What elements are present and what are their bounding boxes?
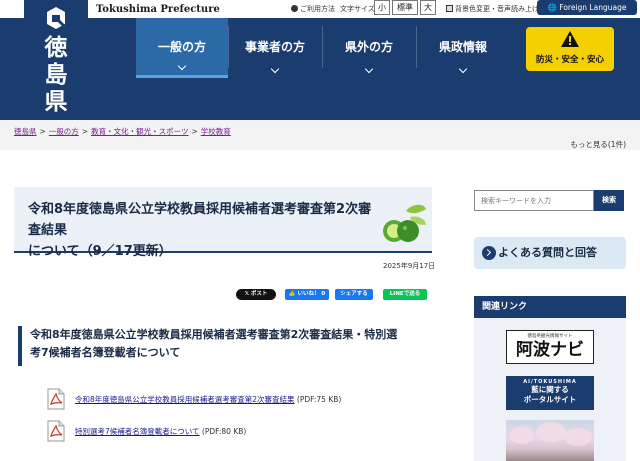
sudachi-fruit-icon bbox=[383, 204, 426, 242]
page-title-line: 令和8年度徳島県公立学校教員採用候補者選考審査第2次審査結果 bbox=[28, 202, 372, 238]
section-heading-line: 考7候補者名簿登載者について bbox=[30, 346, 181, 359]
palette-icon bbox=[446, 5, 453, 12]
file-meta: (PDF:80 KB) bbox=[199, 427, 247, 436]
pdf-link[interactable]: 特別選考7候補者名簿登載者について bbox=[75, 427, 200, 436]
related-links-heading: 関連リンク bbox=[474, 296, 626, 318]
facebook-like-button[interactable]: 👍 いいね！ 0 bbox=[285, 289, 329, 300]
related-links-panel: 関連リンク 徳島県観光情報サイト 阿波ナビ AI/TOKUSHIMA 藍に関する… bbox=[474, 296, 626, 461]
chevron-down-icon bbox=[270, 64, 280, 74]
nav-out-of-prefecture[interactable]: 県外の方 bbox=[323, 18, 415, 78]
page-title-box: 令和8年度徳島県公立学校教員採用候補者選考審査第2次審査結果 について（9／17… bbox=[14, 187, 432, 259]
disaster-safety-button[interactable]: 防災・安全・安心 bbox=[526, 27, 614, 71]
line-share-button[interactable]: LINEで送る bbox=[383, 289, 427, 300]
publish-date: 2025年9月17日 bbox=[383, 262, 436, 270]
cherry-blossom-banner[interactable] bbox=[506, 420, 594, 461]
logo-character: 徳 bbox=[44, 34, 68, 61]
nav-prefectural-info[interactable]: 県政情報 bbox=[417, 18, 509, 78]
breadcrumb-link-education-culture[interactable]: 教育・文化・観光・スポーツ bbox=[91, 127, 188, 136]
font-small-button[interactable]: 小 bbox=[374, 0, 390, 15]
page-title: 令和8年度徳島県公立学校教員採用候補者選考審査第2次審査結果 について（9／17… bbox=[28, 199, 378, 262]
nav-business[interactable]: 事業者の方 bbox=[229, 18, 321, 78]
chevron-down-icon bbox=[177, 61, 187, 71]
font-standard-button[interactable]: 標準 bbox=[392, 0, 418, 15]
awa-navi-title: 阿波ナビ bbox=[516, 340, 584, 360]
blossom-shape bbox=[510, 426, 534, 444]
prefecture-name-vertical: 徳島県 bbox=[24, 34, 88, 115]
foreign-language-button[interactable]: 🌐 Foreign Language bbox=[537, 0, 637, 15]
file-meta: (PDF:75 KB) bbox=[294, 395, 342, 404]
blossom-shape bbox=[536, 422, 566, 442]
site-logo[interactable]: 徳島県 bbox=[24, 0, 88, 120]
chevron-down-icon bbox=[364, 64, 374, 74]
breadcrumb-link-general[interactable]: 一般の方 bbox=[49, 127, 79, 136]
help-link[interactable]: ご利用方法 bbox=[291, 2, 335, 16]
page-title-line: について（9／17更新） bbox=[28, 244, 172, 259]
facebook-share-button[interactable]: シェアする bbox=[335, 289, 373, 300]
ai-portal-title-line: ポータルサイト bbox=[523, 395, 577, 404]
search-button[interactable]: 検索 bbox=[594, 190, 624, 211]
breadcrumb-separator: > bbox=[81, 127, 89, 136]
breadcrumb-separator: > bbox=[39, 127, 46, 136]
color-audio-link[interactable]: 背景色変更・音声読み上げ bbox=[446, 2, 539, 16]
breadcrumb: 徳島県 > 一般の方 > 教育・文化・観光・スポーツ > 学校教育 bbox=[14, 126, 231, 137]
info-icon bbox=[291, 5, 298, 12]
prefecture-english-name: Tokushima Prefecture bbox=[96, 4, 220, 15]
arrow-right-icon bbox=[482, 246, 496, 260]
section-heading: 令和8年度徳島県公立学校教員採用候補者選考審査第2次審査結果・特別選 考7候補者… bbox=[18, 326, 432, 366]
x-post-button[interactable]: 𝕏 ポスト bbox=[236, 289, 276, 300]
section-heading-line: 令和8年度徳島県公立学校教員採用候補者選考審査第2次審査結果・特別選 bbox=[30, 328, 398, 341]
breadcrumb-separator: > bbox=[191, 127, 198, 136]
font-size-control: 文字サイズ bbox=[340, 2, 375, 16]
breadcrumb-link-home[interactable]: 徳島県 bbox=[14, 127, 37, 136]
disaster-label: 防災・安全・安心 bbox=[535, 55, 604, 65]
blossom-shape bbox=[564, 428, 592, 446]
warning-icon bbox=[561, 31, 579, 47]
ai-portal-title-line: 藍に関する bbox=[531, 385, 569, 394]
nav-divider bbox=[228, 26, 229, 68]
faq-label: よくある質問と回答 bbox=[498, 246, 597, 259]
prefecture-emblem-icon bbox=[47, 7, 66, 29]
font-size-label: 文字サイズ bbox=[340, 5, 375, 13]
search-input[interactable] bbox=[474, 190, 594, 211]
ai-portal-banner[interactable]: AI/TOKUSHIMA 藍に関する ポータルサイト bbox=[506, 376, 594, 410]
pdf-link[interactable]: 令和8年度徳島県公立学校教員採用候補者選考審査第2次審査結果 bbox=[75, 395, 295, 404]
pdf-file-icon bbox=[47, 388, 65, 410]
pdf-file-icon bbox=[47, 420, 65, 442]
chevron-down-icon bbox=[458, 64, 468, 74]
logo-character: 県 bbox=[44, 88, 68, 115]
logo-character: 島 bbox=[44, 61, 68, 88]
awa-navi-banner[interactable]: 徳島県観光情報サイト 阿波ナビ bbox=[506, 330, 594, 364]
breadcrumb-link-school-education[interactable]: 学校教育 bbox=[201, 127, 231, 136]
faq-link[interactable]: よくある質問と回答 bbox=[474, 237, 626, 269]
breadcrumb-more-link[interactable]: もっと見る(1件) bbox=[570, 139, 626, 150]
nav-general-public[interactable]: 一般の方 bbox=[136, 18, 228, 78]
font-large-button[interactable]: 大 bbox=[420, 0, 436, 15]
